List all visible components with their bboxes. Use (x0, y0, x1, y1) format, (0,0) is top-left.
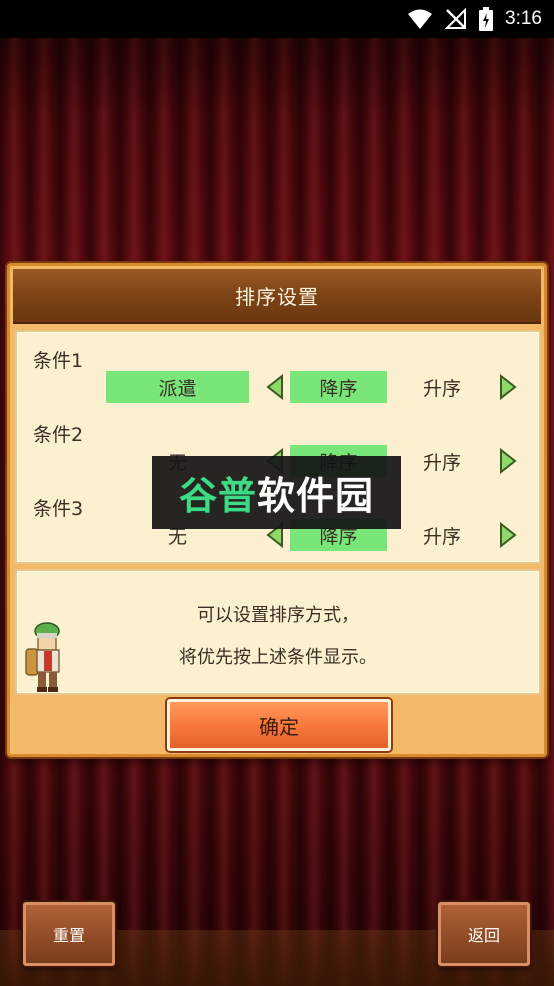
condition-label: 条件1 (33, 350, 84, 372)
condition-3-asc[interactable]: 升序 (407, 519, 477, 551)
watermark-text-green: 谷普 (178, 474, 257, 518)
watermark-overlay: 谷普 软件园 (152, 456, 401, 529)
condition-label: 条件3 (33, 498, 84, 520)
status-bar: 3:16 (0, 0, 554, 38)
confirm-button[interactable]: 确定 (167, 699, 391, 751)
watermark-text-white: 软件园 (257, 474, 375, 518)
arrow-right-icon[interactable] (498, 448, 518, 474)
arrow-right-icon[interactable] (498, 374, 518, 400)
arrow-left-icon[interactable] (265, 374, 285, 400)
condition-1-asc[interactable]: 升序 (407, 371, 477, 403)
message-line: 将优先按上述条件显示。 (179, 647, 377, 668)
no-signal-icon (445, 8, 467, 29)
message-line: 可以设置排序方式， (197, 605, 359, 626)
arrow-right-icon[interactable] (498, 522, 518, 548)
condition-1-value[interactable]: 派遣 (106, 371, 249, 403)
condition-2-asc[interactable]: 升序 (407, 445, 477, 477)
dialog-title: 排序设置 (235, 285, 319, 309)
back-button[interactable]: 返回 (438, 902, 530, 966)
battery-charging-icon (479, 7, 494, 31)
condition-1-desc[interactable]: 降序 (290, 371, 387, 403)
dialog-header: 排序设置 (13, 269, 541, 324)
status-icons: 3:16 (407, 6, 542, 32)
wifi-icon (408, 9, 433, 29)
message-panel: 可以设置排序方式， 将优先按上述条件显示。 (15, 569, 541, 695)
reset-button[interactable]: 重置 (23, 902, 115, 966)
curtain-shadow (0, 38, 554, 118)
character-sprite-icon (25, 622, 60, 692)
status-time: 3:16 (505, 8, 542, 29)
condition-label: 条件2 (33, 424, 84, 446)
